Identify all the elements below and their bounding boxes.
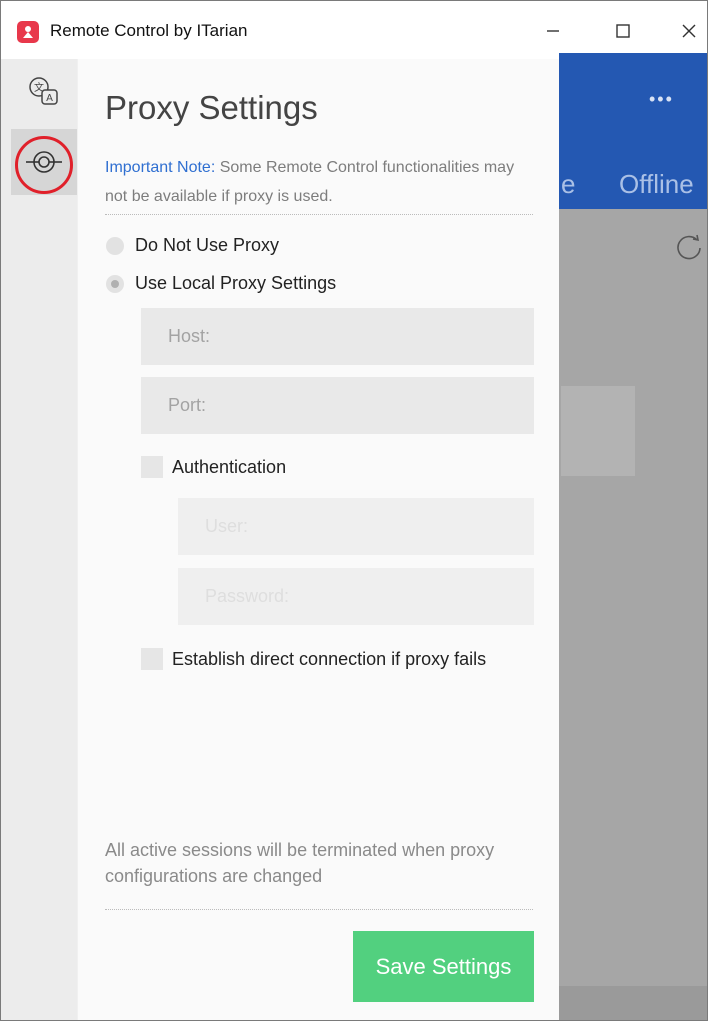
direct-connection-label: Establish direct connection if proxy fai… bbox=[172, 648, 487, 669]
radio-local-proxy-label: Use Local Proxy Settings bbox=[135, 273, 337, 293]
save-settings-button[interactable]: Save Settings bbox=[353, 931, 534, 1002]
direct-connection-checkbox-row[interactable]: Establish direct connection if proxy fai… bbox=[141, 648, 486, 670]
refresh-icon bbox=[673, 231, 705, 263]
title-bar: Remote Control by ITarian bbox=[1, 1, 707, 59]
svg-text:A: A bbox=[46, 93, 53, 104]
sessions-footnote: All active sessions will be terminated w… bbox=[105, 840, 495, 886]
minimize-icon bbox=[547, 30, 559, 32]
nav-language-button[interactable]: 文 A bbox=[11, 59, 77, 125]
direct-connection-checkbox[interactable] bbox=[141, 648, 163, 670]
password-placeholder: Password: bbox=[205, 586, 290, 606]
close-button[interactable] bbox=[669, 13, 707, 49]
user-input[interactable]: User: bbox=[178, 498, 534, 555]
background-footer bbox=[559, 986, 707, 1020]
maximize-button[interactable] bbox=[603, 13, 643, 49]
minimize-button[interactable] bbox=[533, 13, 573, 49]
svg-text:文: 文 bbox=[34, 81, 44, 94]
important-note: Important Note: Some Remote Control func… bbox=[105, 153, 535, 211]
background-tile bbox=[561, 386, 635, 476]
divider-bottom bbox=[105, 909, 533, 910]
language-icon: 文 A bbox=[29, 77, 58, 105]
radio-local-proxy[interactable]: Use Local Proxy Settings bbox=[106, 273, 336, 294]
highlight-circle bbox=[15, 136, 73, 194]
background-tab-offline: Offline bbox=[619, 169, 694, 199]
divider-top bbox=[105, 214, 533, 215]
maximize-icon bbox=[616, 24, 630, 38]
radio-no-proxy-label: Do Not Use Proxy bbox=[135, 235, 280, 255]
close-icon bbox=[682, 24, 696, 38]
port-placeholder: Port: bbox=[168, 395, 207, 415]
port-input[interactable]: Port: bbox=[141, 377, 534, 434]
important-note-lead: Important Note: bbox=[105, 159, 216, 176]
radio-button-checked[interactable] bbox=[106, 274, 124, 293]
background-tab-partial: e bbox=[561, 169, 576, 199]
authentication-label: Authentication bbox=[172, 456, 287, 477]
window-title: Remote Control by ITarian bbox=[50, 21, 248, 40]
host-placeholder: Host: bbox=[168, 326, 211, 346]
radio-button[interactable] bbox=[106, 236, 124, 255]
settings-nav bbox=[1, 59, 77, 1020]
radio-no-proxy[interactable]: Do Not Use Proxy bbox=[106, 235, 279, 256]
app-logo-icon bbox=[17, 21, 39, 43]
password-input[interactable]: Password: bbox=[178, 568, 534, 625]
page-title: Proxy Settings bbox=[105, 89, 318, 126]
user-placeholder: User: bbox=[205, 516, 249, 536]
host-input[interactable]: Host: bbox=[141, 308, 534, 365]
authentication-checkbox[interactable] bbox=[141, 456, 163, 478]
authentication-checkbox-row[interactable]: Authentication bbox=[141, 456, 286, 478]
app-window: Remote Control by ITarian ••• e Offline … bbox=[0, 0, 708, 1021]
more-options-dots: ••• bbox=[649, 89, 674, 109]
